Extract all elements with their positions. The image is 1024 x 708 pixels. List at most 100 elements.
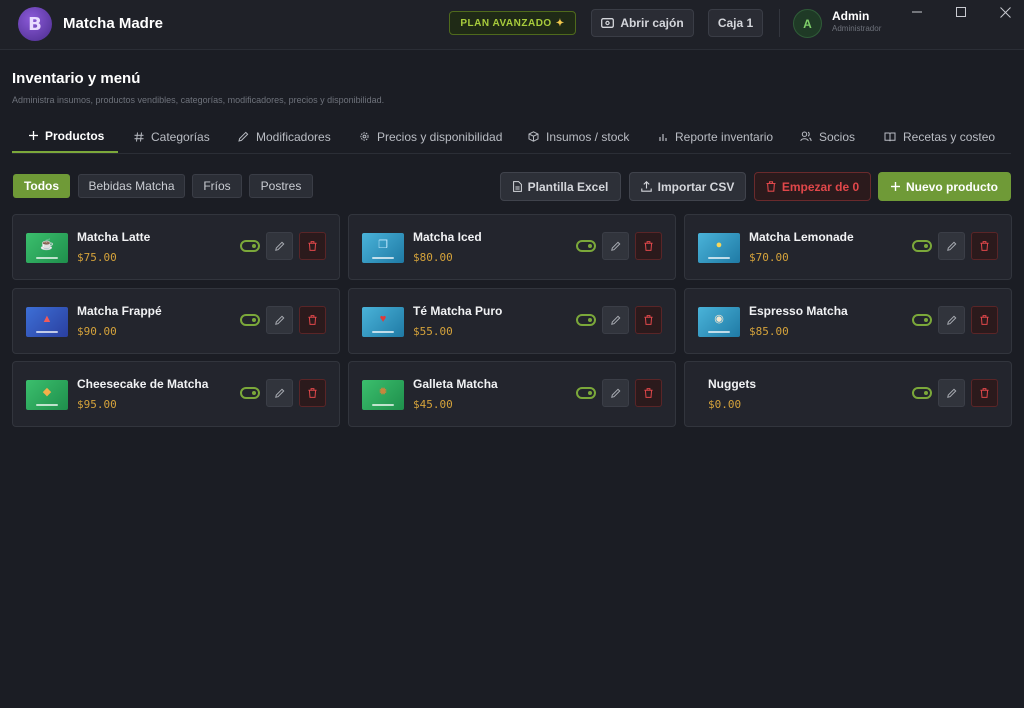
open-drawer-label: Abrir cajón xyxy=(620,16,684,30)
product-name: Galleta Matcha xyxy=(413,377,498,391)
title-bar: B Matcha Madre PLAN AVANZADO ✦ Abrir caj… xyxy=(0,0,1024,50)
close-icon[interactable] xyxy=(994,3,1016,21)
reset-label: Empezar de 0 xyxy=(781,179,860,194)
edit-button[interactable] xyxy=(938,306,965,334)
plan-badge[interactable]: PLAN AVANZADO ✦ xyxy=(449,11,576,35)
reset-button[interactable]: Empezar de 0 xyxy=(754,172,871,201)
thumbnail-caption-strip xyxy=(708,257,730,259)
product-price: $45.00 xyxy=(413,398,453,411)
availability-toggle[interactable] xyxy=(576,387,596,399)
minimize-icon[interactable] xyxy=(906,3,928,21)
tab-bar: Productos Categorías Modificadores Preci… xyxy=(12,120,1011,154)
edit-button[interactable] xyxy=(266,306,293,334)
page-subtitle: Administra insumos, productos vendibles,… xyxy=(12,95,385,105)
cookie-icon: ✹ xyxy=(378,386,388,398)
edit-button[interactable] xyxy=(266,379,293,407)
open-drawer-button[interactable]: Abrir cajón xyxy=(591,9,694,37)
product-thumbnail: ▲ xyxy=(26,307,68,337)
availability-toggle[interactable] xyxy=(576,314,596,326)
pencil-icon xyxy=(238,131,249,142)
availability-toggle[interactable] xyxy=(240,240,260,252)
book-icon xyxy=(884,132,896,141)
edit-button[interactable] xyxy=(602,232,629,260)
product-card[interactable]: ◆ Cheesecake de Matcha $95.00 xyxy=(12,361,340,427)
excel-template-label: Plantilla Excel xyxy=(527,179,609,194)
edit-button[interactable] xyxy=(602,306,629,334)
availability-toggle[interactable] xyxy=(912,240,932,252)
product-card[interactable]: Nuggets $0.00 xyxy=(684,361,1012,427)
product-card[interactable]: ✹ Galleta Matcha $45.00 xyxy=(348,361,676,427)
product-card[interactable]: ◉ Espresso Matcha $85.00 xyxy=(684,288,1012,354)
delete-button[interactable] xyxy=(299,306,326,334)
trash-icon xyxy=(644,241,653,251)
delete-button[interactable] xyxy=(971,232,998,260)
filter-frios[interactable]: Fríos xyxy=(192,174,242,198)
product-card[interactable]: ♥ Té Matcha Puro $55.00 xyxy=(348,288,676,354)
import-csv-button[interactable]: Importar CSV xyxy=(629,172,746,201)
delete-button[interactable] xyxy=(971,306,998,334)
register-selector[interactable]: Caja 1 xyxy=(708,9,763,37)
tab-recetas[interactable]: Recetas y costeo xyxy=(884,120,995,153)
new-product-button[interactable]: Nuevo producto xyxy=(878,172,1011,201)
availability-toggle[interactable] xyxy=(912,314,932,326)
edit-button[interactable] xyxy=(938,379,965,407)
tab-productos[interactable]: Productos xyxy=(12,120,118,153)
tab-reporte[interactable]: Reporte inventario xyxy=(658,120,773,153)
thumbnail-caption-strip xyxy=(372,404,394,406)
product-thumbnail: ✹ xyxy=(362,380,404,410)
delete-button[interactable] xyxy=(299,379,326,407)
hash-icon xyxy=(134,131,144,142)
delete-button[interactable] xyxy=(299,232,326,260)
delete-button[interactable] xyxy=(635,232,662,260)
edit-button[interactable] xyxy=(602,379,629,407)
app-title: Matcha Madre xyxy=(63,15,164,32)
availability-toggle[interactable] xyxy=(912,387,932,399)
tea-icon: ♥ xyxy=(379,313,387,325)
users-icon xyxy=(800,131,812,142)
app-logo: B xyxy=(18,7,52,41)
trash-icon xyxy=(980,315,989,325)
delete-button[interactable] xyxy=(635,306,662,334)
thumbnail-caption-strip xyxy=(36,331,58,333)
tab-precios[interactable]: Precios y disponibilidad xyxy=(359,120,502,153)
tab-label: Socios xyxy=(819,129,856,144)
product-price: $80.00 xyxy=(413,251,453,264)
tab-socios[interactable]: Socios xyxy=(800,120,855,153)
trash-icon xyxy=(308,315,317,325)
upload-icon xyxy=(640,181,652,192)
thumbnail-caption-strip xyxy=(36,257,58,259)
availability-toggle[interactable] xyxy=(240,314,260,326)
pencil-icon xyxy=(274,315,284,325)
tab-insumos[interactable]: Insumos / stock xyxy=(528,120,629,153)
availability-toggle[interactable] xyxy=(576,240,596,252)
new-product-label: Nuevo producto xyxy=(906,179,998,194)
excel-template-button[interactable]: Plantilla Excel xyxy=(500,172,621,201)
product-name: Matcha Latte xyxy=(77,230,151,244)
delete-button[interactable] xyxy=(971,379,998,407)
edit-button[interactable] xyxy=(938,232,965,260)
product-card[interactable]: ● Matcha Lemonade $70.00 xyxy=(684,214,1012,280)
availability-toggle[interactable] xyxy=(240,387,260,399)
product-price: $90.00 xyxy=(77,325,117,338)
product-card[interactable]: ❒ Matcha Iced $80.00 xyxy=(348,214,676,280)
tab-categorias[interactable]: Categorías xyxy=(134,120,210,153)
product-card[interactable]: ▲ Matcha Frappé $90.00 xyxy=(12,288,340,354)
pencil-icon xyxy=(946,388,956,398)
product-card[interactable]: ☕ Matcha Latte $75.00 xyxy=(12,214,340,280)
delete-button[interactable] xyxy=(635,379,662,407)
product-name: Cheesecake de Matcha xyxy=(77,377,209,391)
plan-badge-label: PLAN AVANZADO xyxy=(460,17,552,29)
tab-modificadores[interactable]: Modificadores xyxy=(238,120,331,153)
filter-bebidas-matcha[interactable]: Bebidas Matcha xyxy=(78,174,185,198)
frappe-cup-icon: ▲ xyxy=(41,313,53,325)
product-price: $55.00 xyxy=(413,325,453,338)
maximize-icon[interactable] xyxy=(950,3,972,21)
pencil-icon xyxy=(274,241,284,251)
filter-todos[interactable]: Todos xyxy=(13,174,70,198)
trash-icon xyxy=(308,388,317,398)
edit-button[interactable] xyxy=(266,232,293,260)
avatar[interactable]: A xyxy=(793,9,822,38)
tab-label: Categorías xyxy=(151,129,210,144)
filter-postres[interactable]: Postres xyxy=(249,174,313,198)
file-icon xyxy=(512,181,522,192)
